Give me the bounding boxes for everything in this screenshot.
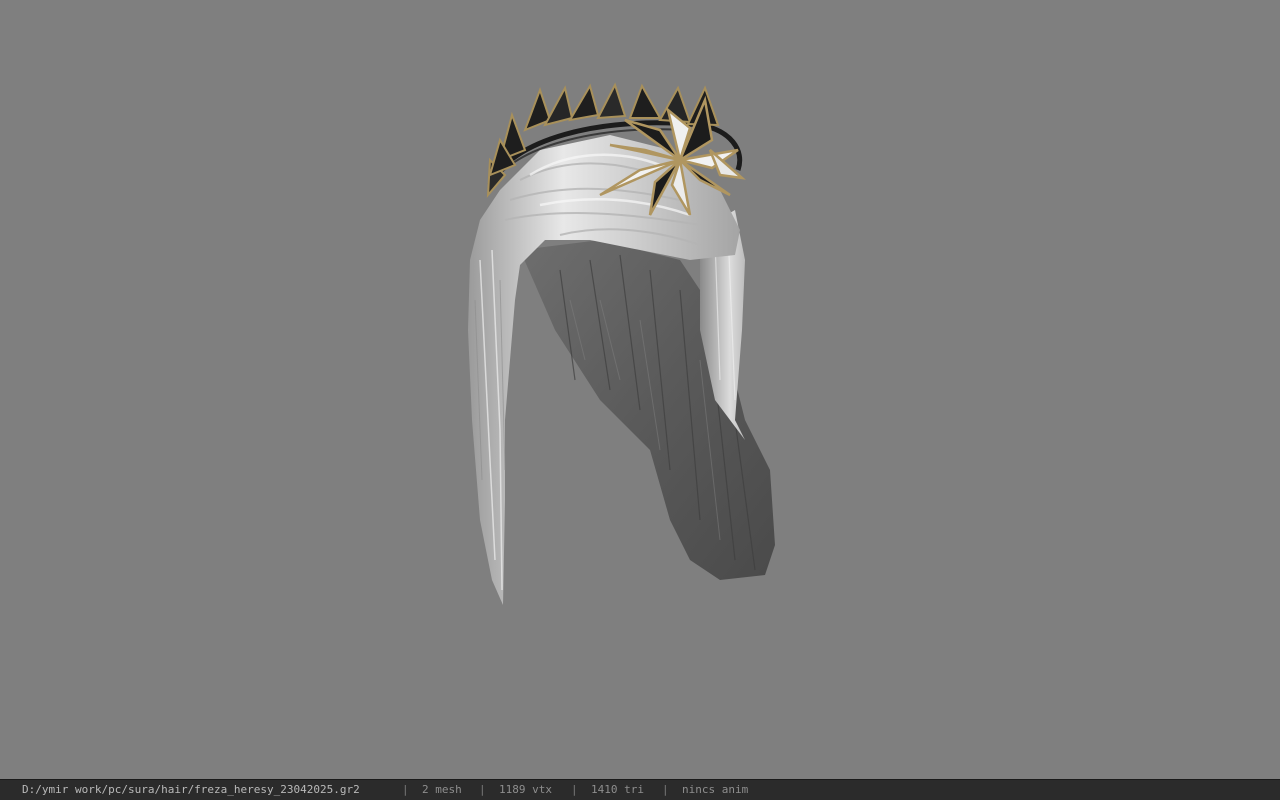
status-separator: | — [571, 783, 578, 796]
status-separator: | — [402, 783, 409, 796]
file-path: D:/ymir work/pc/sura/hair/freza_heresy_2… — [22, 783, 360, 796]
status-separator: | — [479, 783, 486, 796]
vertex-count: 1189 vtx — [499, 783, 552, 796]
status-bar: D:/ymir work/pc/sura/hair/freza_heresy_2… — [0, 779, 1280, 800]
3d-viewport[interactable] — [0, 0, 1280, 779]
hair-model-render — [468, 82, 775, 605]
status-separator: | — [662, 783, 669, 796]
animation-status: nincs anim — [682, 783, 749, 796]
triangle-count: 1410 tri — [591, 783, 644, 796]
mesh-count: 2 mesh — [422, 783, 462, 796]
